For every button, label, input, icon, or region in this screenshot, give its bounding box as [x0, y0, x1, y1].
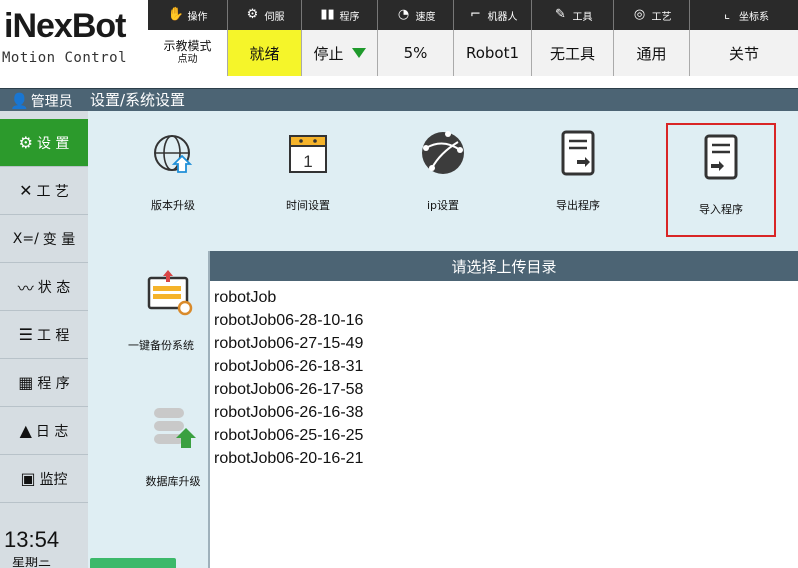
robot-selector[interactable]: Robot1 — [454, 30, 532, 76]
tile-version-upgrade[interactable]: 版本升级 — [118, 123, 228, 213]
status-label-servo: ⚙ 伺服 — [228, 0, 302, 30]
warning-icon: ▲ — [19, 421, 32, 440]
status-label-program: ▮▮ 程序 — [302, 0, 378, 30]
servo-status-button[interactable]: 就绪 — [228, 30, 302, 76]
tile-ip-settings[interactable]: ip设置 — [388, 123, 498, 213]
user-indicator[interactable]: 👤 管理员 — [0, 89, 88, 112]
directory-item[interactable]: robotJob06-26-18-31 — [214, 356, 798, 379]
directory-item[interactable]: robotJob06-27-15-49 — [214, 333, 798, 356]
network-icon — [413, 123, 473, 183]
tool-icon: ✎ — [555, 7, 566, 22]
status-label-speed: ◔ 速度 — [378, 0, 454, 30]
upgrade-icon — [143, 123, 203, 183]
weekday: 星期三 — [12, 557, 52, 568]
calendar-icon: 1 — [278, 123, 338, 183]
servo-icon: ⚙ — [246, 7, 259, 22]
title-bar: 👤 管理员 设置/系统设置 — [0, 88, 798, 111]
status-values-row: 示教模式 点动 就绪 停止 5% Robot1 无工具 通用 关节 — [148, 30, 798, 76]
speed-button[interactable]: 5% — [378, 30, 454, 76]
app-root: iNexBot Motion Control ✋ 操作 ⚙ 伺服 ▮▮ 程序 ◔… — [0, 0, 798, 568]
brand-name: iNexBot — [4, 7, 126, 45]
status-label-coordinate: ⌞ 坐标系 — [690, 0, 798, 30]
hand-icon: ✋ — [167, 7, 184, 22]
directory-item[interactable]: robotJob06-20-16-21 — [214, 448, 798, 471]
status-bar: ✋ 操作 ⚙ 伺服 ▮▮ 程序 ◔ 速度 ⌐ 机器人 ✎ 工具 ◎ 工艺 ⌞ 坐… — [148, 0, 798, 88]
export-program-icon — [548, 123, 608, 183]
directory-item[interactable]: robotJob — [214, 287, 798, 310]
coordinate-selector[interactable]: 关节 — [690, 30, 798, 76]
status-label-robot: ⌐ 机器人 — [454, 0, 532, 30]
variable-icon: X=/ — [12, 230, 39, 247]
directory-list: robotJob robotJob06-28-10-16 robotJob06-… — [210, 281, 798, 471]
process-selector[interactable]: 通用 — [614, 30, 690, 76]
sidebar-item-process[interactable]: ✕ 工 艺 — [0, 167, 88, 215]
status-label-process: ◎ 工艺 — [614, 0, 690, 30]
code-icon: ▦ — [18, 373, 34, 392]
brand-logo: iNexBot Motion Control — [0, 0, 148, 88]
wrench-icon: ✕ — [19, 181, 33, 200]
monitor-icon: ▣ — [20, 469, 36, 488]
upload-directory-dialog: 请选择上传目录 robotJob robotJob06-28-10-16 rob… — [208, 251, 798, 568]
svg-text:1: 1 — [303, 152, 312, 171]
directory-item[interactable]: robotJob06-26-16-38 — [214, 402, 798, 425]
user-icon: 👤 — [10, 91, 29, 110]
sidebar-item-settings[interactable]: ⚙ 设 置 — [0, 119, 88, 167]
import-program-icon — [691, 127, 751, 187]
gear-icon: ⚙ — [18, 133, 33, 152]
directory-item[interactable]: robotJob06-28-10-16 — [214, 310, 798, 333]
tool-selector[interactable]: 无工具 — [532, 30, 614, 76]
database-upgrade-icon — [143, 399, 203, 459]
sidebar-item-program[interactable]: ▦ 程 序 — [0, 359, 88, 407]
directory-item[interactable]: robotJob06-25-16-25 — [214, 425, 798, 448]
coordinate-icon: ⌞ — [723, 7, 731, 22]
brand-subtitle: Motion Control — [2, 50, 128, 66]
status-label-tool: ✎ 工具 — [532, 0, 614, 30]
directory-item[interactable]: robotJob06-26-17-58 — [214, 379, 798, 402]
tile-time-settings[interactable]: 1 时间设置 — [253, 123, 363, 213]
sidebar-item-monitor[interactable]: ▣ 监控 — [0, 455, 88, 503]
sidebar: ⚙ 设 置 ✕ 工 艺 X=/ 变 量 〰 状 态 ☰ 工 程 ▦ 程 序 ▲ … — [0, 111, 88, 568]
tile-export-program[interactable]: 导出程序 — [523, 123, 633, 213]
clock: 13:54 — [4, 527, 60, 552]
sidebar-item-variables[interactable]: X=/ 变 量 — [0, 215, 88, 263]
sidebar-item-log[interactable]: ▲ 日 志 — [0, 407, 88, 455]
program-status-button[interactable]: 停止 — [302, 30, 378, 76]
status-label-operation: ✋ 操作 — [148, 0, 228, 30]
bottom-action-button[interactable] — [90, 558, 176, 568]
program-icon: ▮▮ — [320, 7, 335, 22]
sidebar-item-project[interactable]: ☰ 工 程 — [0, 311, 88, 359]
breadcrumb: 设置/系统设置 — [90, 91, 186, 109]
process-icon: ◎ — [633, 7, 646, 22]
mode-selector[interactable]: 示教模式 点动 — [148, 30, 228, 76]
status-labels-row: ✋ 操作 ⚙ 伺服 ▮▮ 程序 ◔ 速度 ⌐ 机器人 ✎ 工具 ◎ 工艺 ⌞ 坐… — [148, 0, 798, 30]
robot-arm-icon: ⌐ — [470, 7, 481, 22]
tile-import-program[interactable]: 导入程序 — [666, 123, 776, 237]
dialog-title: 请选择上传目录 — [210, 251, 798, 281]
speedometer-icon: ◔ — [397, 7, 410, 22]
status-icon: 〰 — [17, 278, 34, 298]
list-icon: ☰ — [18, 325, 33, 344]
backup-icon — [140, 263, 200, 323]
triangle-down-icon — [351, 48, 366, 58]
sidebar-item-status[interactable]: 〰 状 态 — [0, 263, 88, 311]
